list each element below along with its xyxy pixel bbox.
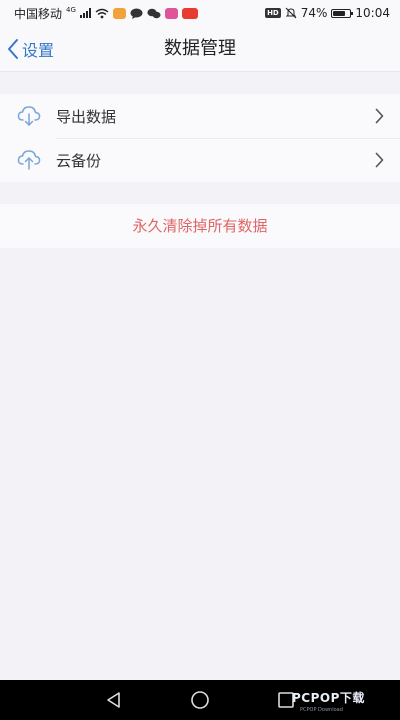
watermark-subtext: PCPOP Download [300, 707, 343, 713]
app-icon-pink [164, 7, 178, 19]
chevron-right-icon [375, 108, 384, 124]
cloud-download-icon [17, 106, 41, 126]
carrier-name: 中国移动 [14, 6, 63, 21]
wechat-icon [147, 8, 161, 18]
system-navigation-bar: PCPOP下载 PCPOP Download [0, 680, 400, 720]
status-right: HD 74% 10:04 [265, 6, 390, 20]
back-label: 设置 [22, 41, 55, 60]
watermark-text: PCPOP下载 [292, 691, 365, 705]
signal-icon [79, 8, 91, 18]
hd-badge: HD [265, 8, 281, 18]
chevron-left-icon [8, 39, 18, 59]
data-menu-group: 导出数据 云备份 [0, 94, 400, 182]
mute-icon [285, 7, 297, 19]
cloud-backup-row[interactable]: 云备份 [0, 138, 400, 182]
app-icon-red [181, 7, 198, 19]
wifi-icon [95, 8, 109, 18]
status-bar: 中国移动 4G HD 74% 10:04 [0, 0, 400, 26]
cloud-upload-icon [17, 150, 41, 170]
page-title: 数据管理 [164, 38, 236, 59]
back-button[interactable]: 设置 [6, 26, 54, 72]
clock: 10:04 [355, 6, 390, 20]
mail-app-icon [112, 7, 126, 19]
battery-icon [331, 8, 354, 18]
battery-percent: 74% [300, 6, 328, 20]
danger-group: 永久清除掉所有数据 [0, 204, 400, 248]
cloud-backup-label: 云备份 [56, 151, 102, 170]
clear-all-data-button[interactable]: 永久清除掉所有数据 [0, 204, 400, 248]
screen: 中国移动 4G HD 74% 10:04 设置 数据管理 导出数据 云备份 永久… [0, 0, 400, 720]
export-data-row[interactable]: 导出数据 [0, 94, 400, 138]
status-left: 中国移动 4G [14, 5, 198, 22]
chevron-right-icon [375, 152, 384, 168]
battery-fill [333, 10, 346, 16]
home-circle-icon[interactable] [190, 690, 210, 710]
back-triangle-icon[interactable] [104, 690, 124, 710]
navigation-bar: 设置 数据管理 [0, 26, 400, 72]
chat-bubble-icon [130, 8, 143, 19]
export-data-label: 导出数据 [56, 107, 117, 126]
network-type: 4G [66, 6, 76, 14]
